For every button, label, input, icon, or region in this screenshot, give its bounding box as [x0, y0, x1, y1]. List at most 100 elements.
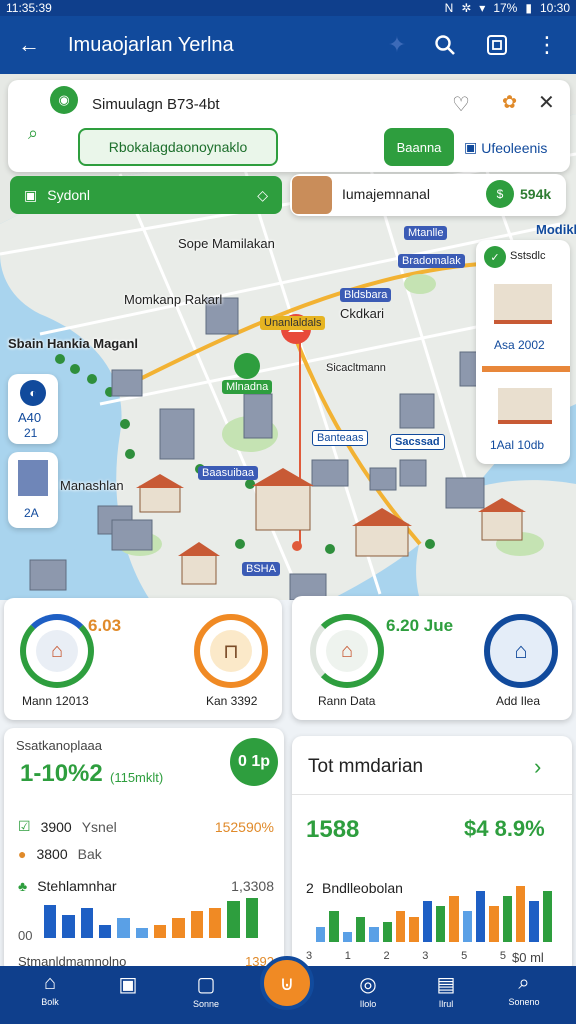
more-menu-icon[interactable]: ⋮ — [532, 30, 562, 60]
nav-home-label: Bolk — [41, 997, 59, 1007]
map-label-7[interactable]: Modikl — [536, 222, 576, 237]
chart-bar — [342, 931, 352, 942]
bar-chart-right — [316, 886, 556, 942]
nav-calendar[interactable]: ▣ — [98, 972, 158, 999]
map-label-2[interactable]: Momkanp Rakarl — [124, 292, 222, 307]
pin-icon[interactable]: ✦ — [382, 30, 412, 60]
chart-bar — [489, 906, 499, 942]
map-tag-1[interactable]: Mtanlle — [404, 226, 448, 240]
scan-icon[interactable] — [482, 30, 512, 60]
map-tag-9[interactable]: Baasuibaa — [198, 466, 258, 480]
chart-bar — [209, 908, 222, 938]
stats-card-1-value: 6.03 — [88, 616, 122, 635]
chart-bar — [227, 901, 240, 938]
stats-ring-3: ⌂ — [310, 614, 384, 688]
left-widget-2[interactable]: 2A — [8, 452, 58, 528]
filter-pill-left[interactable]: ▣ Sydonl ◇ — [10, 176, 282, 214]
panel-value-2: 1Aal 10db — [490, 438, 545, 452]
map-tag-7[interactable]: Sacssad — [390, 434, 445, 450]
map-tag-5[interactable]: Mlnadna — [222, 380, 273, 394]
chart-value-left: 1,3308 — [231, 878, 274, 894]
map-tag-3[interactable]: Bldsbara — [340, 288, 392, 302]
panel-badge: Sstsdlc — [510, 250, 546, 262]
camera-icon: ◎ — [359, 974, 377, 996]
map-tag-4[interactable]: Unanlaldals — [260, 316, 326, 330]
map-tag-6[interactable]: Banteaas — [312, 430, 369, 446]
chart-bar — [316, 926, 326, 942]
gate-icon: ⊓ — [210, 630, 252, 672]
map-tag-8[interactable]: BSHA — [242, 562, 280, 576]
check-icon: ✓ — [484, 246, 506, 268]
map-label-5[interactable]: Sicacltmann — [326, 362, 386, 374]
diamond-icon: ◇ — [257, 186, 268, 203]
summary-row-1-right: 152590% — [214, 818, 274, 835]
chart-bar — [542, 891, 552, 942]
chart-bar — [172, 918, 185, 938]
stats-ring-2: ⊓ — [194, 614, 268, 688]
back-arrow-icon[interactable]: ← — [14, 30, 44, 60]
axis-tick-1: 3 — [306, 950, 313, 962]
right-property-panel[interactable]: ✓ Sstsdlc Asa 2002 1Aal 10db — [476, 240, 570, 464]
close-icon[interactable]: ✕ — [538, 90, 555, 115]
route-chip[interactable]: Rbokalagdaonoynaklo — [78, 128, 278, 166]
chart-bar — [449, 896, 459, 942]
map-label-6[interactable]: Manashlan — [60, 478, 124, 493]
nav-search[interactable]: ⌕ Soneno — [494, 972, 554, 1007]
chevron-right-icon[interactable]: › — [534, 754, 541, 780]
bottom-navigation: ⌂ Bolk ▣ ▢ Sonne ⊍ ◎ Ilolo ▤ Ilrul ⌕ Soneno — [0, 956, 576, 1024]
summary-card[interactable]: Ssatkanoplaaa 1-10%2 (115mklt) 0 1p ☑ 39… — [4, 728, 284, 974]
chart-bar — [462, 911, 472, 942]
chart-axis: 3 1 2 3 5 5 — [306, 950, 506, 962]
nav-camera[interactable]: ◎ Ilolo — [338, 972, 398, 1009]
left-widget-1-value: A40 — [18, 410, 42, 425]
axis-tick-3: 2 — [383, 950, 390, 962]
map-label-3[interactable]: Sbain Hankia Maganl — [8, 336, 138, 351]
summary-sub: (115mklt) — [110, 770, 164, 785]
page-title: Imuaojarlan Yerlna — [68, 34, 234, 56]
total-title: Tot mmdarian — [308, 756, 424, 777]
summary-row-2-text: Bak — [77, 846, 102, 862]
zoom-search-icon[interactable]: ⌕ — [20, 120, 46, 146]
axis-tick-6: 5 — [499, 950, 506, 962]
nav-camera-label: Ilolo — [359, 999, 377, 1009]
divider — [292, 794, 572, 795]
calendar-icon: ▣ — [118, 974, 138, 996]
chart-bar — [117, 918, 130, 938]
map-label-1[interactable]: Sope Mamilakan — [178, 236, 275, 251]
left-widget-1[interactable]: ◐ A40 21 — [8, 374, 58, 444]
left-widget-2-sub: 2A — [24, 506, 39, 520]
total-card[interactable]: Tot mmdarian › 1588 $4 8.9% 2 Bndlleobol… — [292, 736, 572, 974]
filter-icon: ▣ — [24, 186, 38, 203]
property-thumbnail — [292, 176, 332, 214]
heart-icon[interactable]: ♡ — [452, 92, 470, 117]
nav-chat-label: Sonne — [192, 999, 220, 1009]
options-link[interactable]: ▣ Ufeoleenis — [464, 139, 547, 156]
nav-list-label: Ilrul — [438, 999, 454, 1009]
search-icon[interactable] — [430, 30, 460, 60]
people-icon: ♣ — [18, 878, 28, 894]
bar-chart-left — [44, 898, 264, 938]
chart-bar — [382, 921, 392, 942]
chart-bar — [190, 911, 203, 938]
filter-card-right[interactable]: Iumajemnanal $ 594k — [290, 174, 566, 216]
map-view[interactable]: ◉ ⌕ Simuulagn B73-4bt ♡ ✿ ✕ Rbokalagdaon… — [0, 74, 576, 600]
building-outline-icon: ⌂ — [514, 638, 528, 663]
chart-bar — [516, 886, 526, 942]
status-time: 11:35:39 — [6, 1, 52, 15]
summary-badge[interactable]: 0 1p — [230, 738, 278, 786]
stats-card-1[interactable]: ⌂ 6.03 ⊓ Mann 12013 Kan 3392 — [4, 598, 282, 720]
go-button[interactable]: Baanna — [384, 128, 454, 166]
chart-bar — [502, 896, 512, 942]
map-tag-2[interactable]: Bradomalak — [398, 254, 465, 268]
stats-card-2-left: Rann Data — [318, 694, 376, 708]
nav-home[interactable]: ⌂ Bolk — [20, 972, 80, 1007]
stats-card-2-right: Add Ilea — [496, 694, 541, 708]
paw-icon[interactable]: ✿ — [502, 92, 517, 113]
center-action-button[interactable]: ⊍ — [260, 956, 314, 1010]
nav-chat[interactable]: ▢ Sonne — [176, 972, 236, 1009]
stats-card-2[interactable]: ⌂ 6.20 Jue ⌂ Rann Data Add Ilea — [292, 596, 572, 720]
nav-list[interactable]: ▤ Ilrul — [416, 972, 476, 1009]
map-label-4[interactable]: Ckdkari — [340, 306, 384, 321]
bluetooth-icon: ✲ — [461, 1, 472, 15]
axis-tick-4: 3 — [422, 950, 429, 962]
